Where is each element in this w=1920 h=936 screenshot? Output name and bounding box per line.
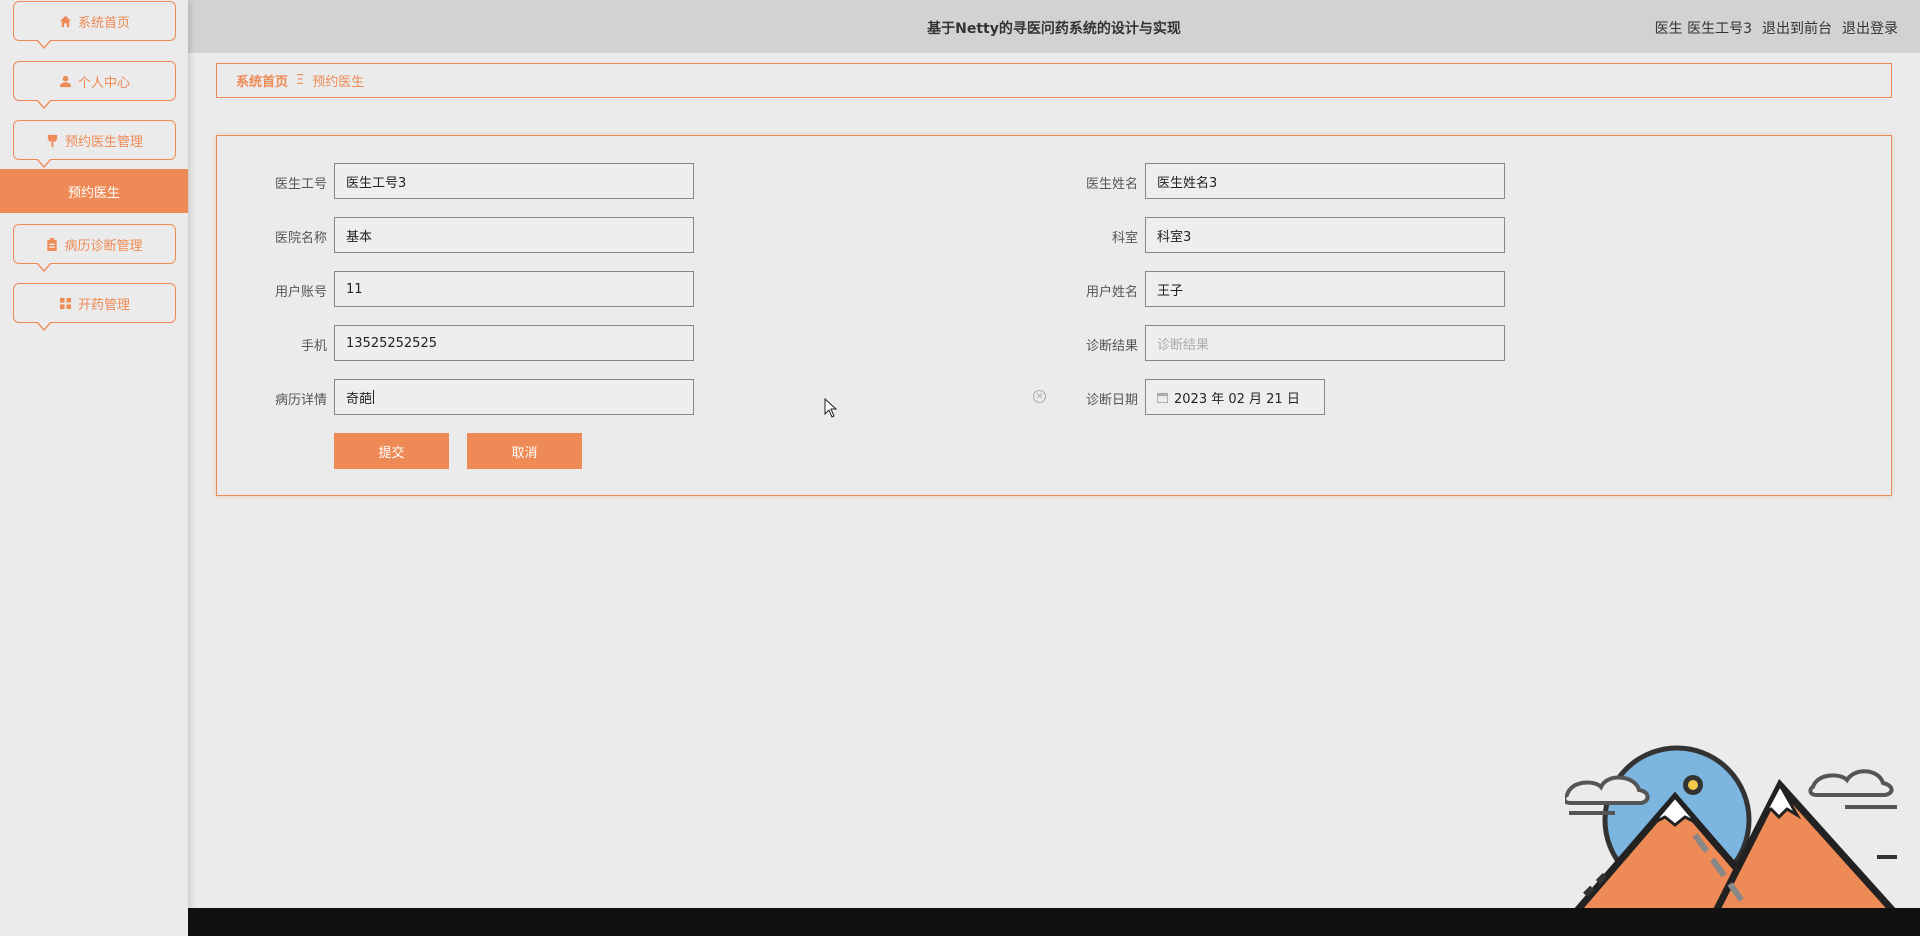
clear-icon[interactable]: ✕ [1033,390,1046,403]
top-header: 基于Netty的寻医问药系统的设计与实现 医生 医生工号3 退出到前台 退出登录 [188,0,1920,53]
back-to-front-link[interactable]: 退出到前台 [1762,18,1832,38]
department-label: 科室 [1111,231,1138,246]
user-account-label: 用户账号 [274,285,327,300]
diagnosis-label: 诊断结果 [1085,339,1138,354]
sidebar-item-label: 病历诊断管理 [64,238,143,254]
doctor-id-input[interactable]: 医生工号3 [334,163,694,199]
cancel-button[interactable]: 取消 [467,433,582,469]
home-icon [59,15,72,28]
header-user-area: 医生 医生工号3 退出到前台 退出登录 [1655,18,1898,38]
doctor-name-input[interactable]: 医生姓名3 [1145,163,1505,199]
sidebar: 系统首页 个人中心 预约医生管理 预约医生 病历诊断管理 开药管理 [0,0,188,936]
sidebar-subitem-book-doctor[interactable]: 预约医生 [0,169,188,213]
sidebar-item-profile[interactable]: 个人中心 [13,61,176,109]
submit-button[interactable]: 提交 [334,433,449,469]
breadcrumb-current: 预约医生 [312,75,365,90]
sidebar-item-label: 系统首页 [77,15,130,31]
record-input[interactable]: 奇葩 [334,379,694,415]
mouse-cursor-icon [824,397,838,422]
sidebar-item-prescription[interactable]: 开药管理 [13,283,176,331]
diagnosis-input[interactable]: 诊断结果 [1145,325,1505,361]
user-icon [59,75,72,88]
breadcrumb-separator: Ξ [296,73,305,88]
mountain-illustration [1562,735,1920,919]
sidebar-item-label: 预约医生管理 [64,134,143,150]
sidebar-item-appointment[interactable]: 预约医生管理 [13,120,176,168]
hospital-label: 医院名称 [274,231,327,246]
department-input[interactable]: 科室3 [1145,217,1505,253]
doctor-name-label: 医生姓名 [1085,177,1138,192]
sidebar-item-home[interactable]: 系统首页 [13,1,176,49]
sidebar-item-label: 个人中心 [77,75,130,91]
record-label: 病历详情 [274,393,327,408]
grid-icon [59,297,72,310]
phone-label: 手机 [300,339,327,354]
diag-date-label: 诊断日期 [1085,393,1138,408]
breadcrumb-home[interactable]: 系统首页 [236,71,288,90]
calendar-icon [1157,392,1168,403]
doctor-id-label: 医生工号 [274,177,327,192]
diag-date-input[interactable]: 2023 年 02 月 21 日 [1145,379,1325,415]
user-name-input[interactable]: 王子 [1145,271,1505,307]
bottom-bar [188,908,1920,936]
hospital-input[interactable]: 基本 [334,217,694,253]
logout-link[interactable]: 退出登录 [1842,18,1898,38]
user-account-input[interactable]: 11 [334,271,694,307]
sidebar-item-records[interactable]: 病历诊断管理 [13,224,176,272]
user-name-label: 用户姓名 [1085,285,1138,300]
phone-input[interactable]: 13525252525 [334,325,694,361]
breadcrumb: 系统首页 Ξ 预约医生 [216,63,1892,98]
pin-icon [46,134,59,147]
sidebar-item-label: 开药管理 [77,297,130,313]
clipboard-icon [46,237,58,251]
user-role: 医生 医生工号3 [1654,21,1752,37]
form-panel: 医生工号 医生工号3 医生姓名 医生姓名3 医院名称 基本 科室 科室3 用户账… [216,135,1892,496]
